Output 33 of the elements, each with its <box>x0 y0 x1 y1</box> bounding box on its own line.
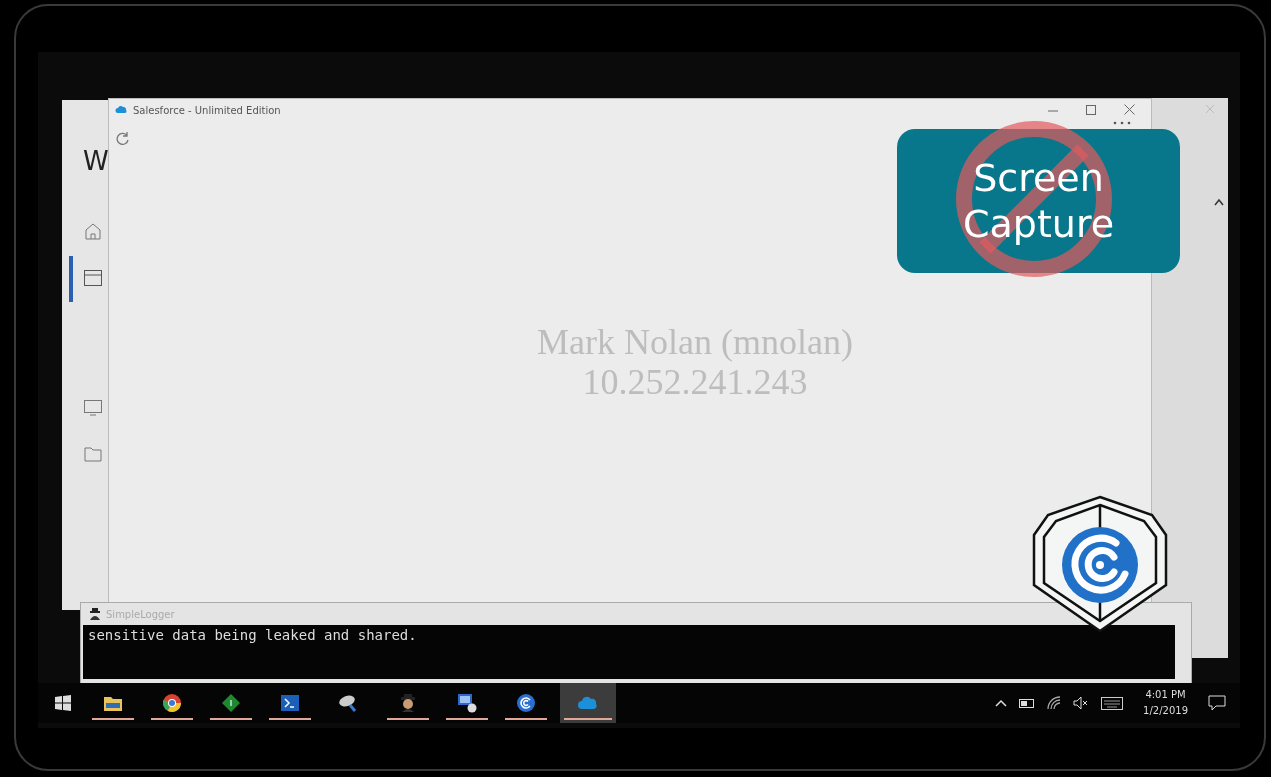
clock-date: 1/2/2019 <box>1143 704 1188 718</box>
window-title: Salesforce - Unlimited Edition <box>133 104 281 116</box>
spy-icon <box>398 693 418 713</box>
spy-icon <box>89 608 101 620</box>
speaker-muted-icon[interactable] <box>1073 696 1090 710</box>
window-icon[interactable] <box>84 270 102 286</box>
keyboard-icon[interactable] <box>1101 696 1124 710</box>
maximize-button[interactable] <box>1086 102 1096 118</box>
spiral-icon <box>516 693 536 713</box>
reload-icon[interactable] <box>115 131 131 147</box>
selection-bar <box>69 256 73 302</box>
monitor-icon[interactable] <box>84 400 102 416</box>
wifi-icon[interactable] <box>1047 696 1062 710</box>
console-output: sensitive data being leaked and shared. <box>83 625 1175 679</box>
page-heading: W <box>83 146 109 176</box>
clock[interactable]: 4:01 PM 1/2/2019 <box>1143 687 1188 719</box>
windows-logo-icon <box>55 695 71 711</box>
cloud-icon <box>115 106 127 114</box>
notifications-icon[interactable] <box>1208 695 1226 711</box>
battery-icon[interactable] <box>1019 698 1036 708</box>
folder-icon <box>103 694 123 712</box>
maximize-icon <box>1086 104 1096 115</box>
circle-logo-icon <box>162 693 182 713</box>
chevron-up-icon[interactable] <box>1214 198 1224 206</box>
terminal-icon <box>280 694 300 712</box>
computer-icon <box>456 693 478 713</box>
home-icon[interactable] <box>84 222 102 240</box>
cloud-icon <box>577 695 599 711</box>
window-title: SimpleLogger <box>106 608 175 620</box>
close-icon <box>1124 103 1135 115</box>
more-icon[interactable] <box>1113 121 1131 125</box>
diamond-icon <box>221 693 241 713</box>
clock-time: 4:01 PM <box>1145 688 1186 702</box>
